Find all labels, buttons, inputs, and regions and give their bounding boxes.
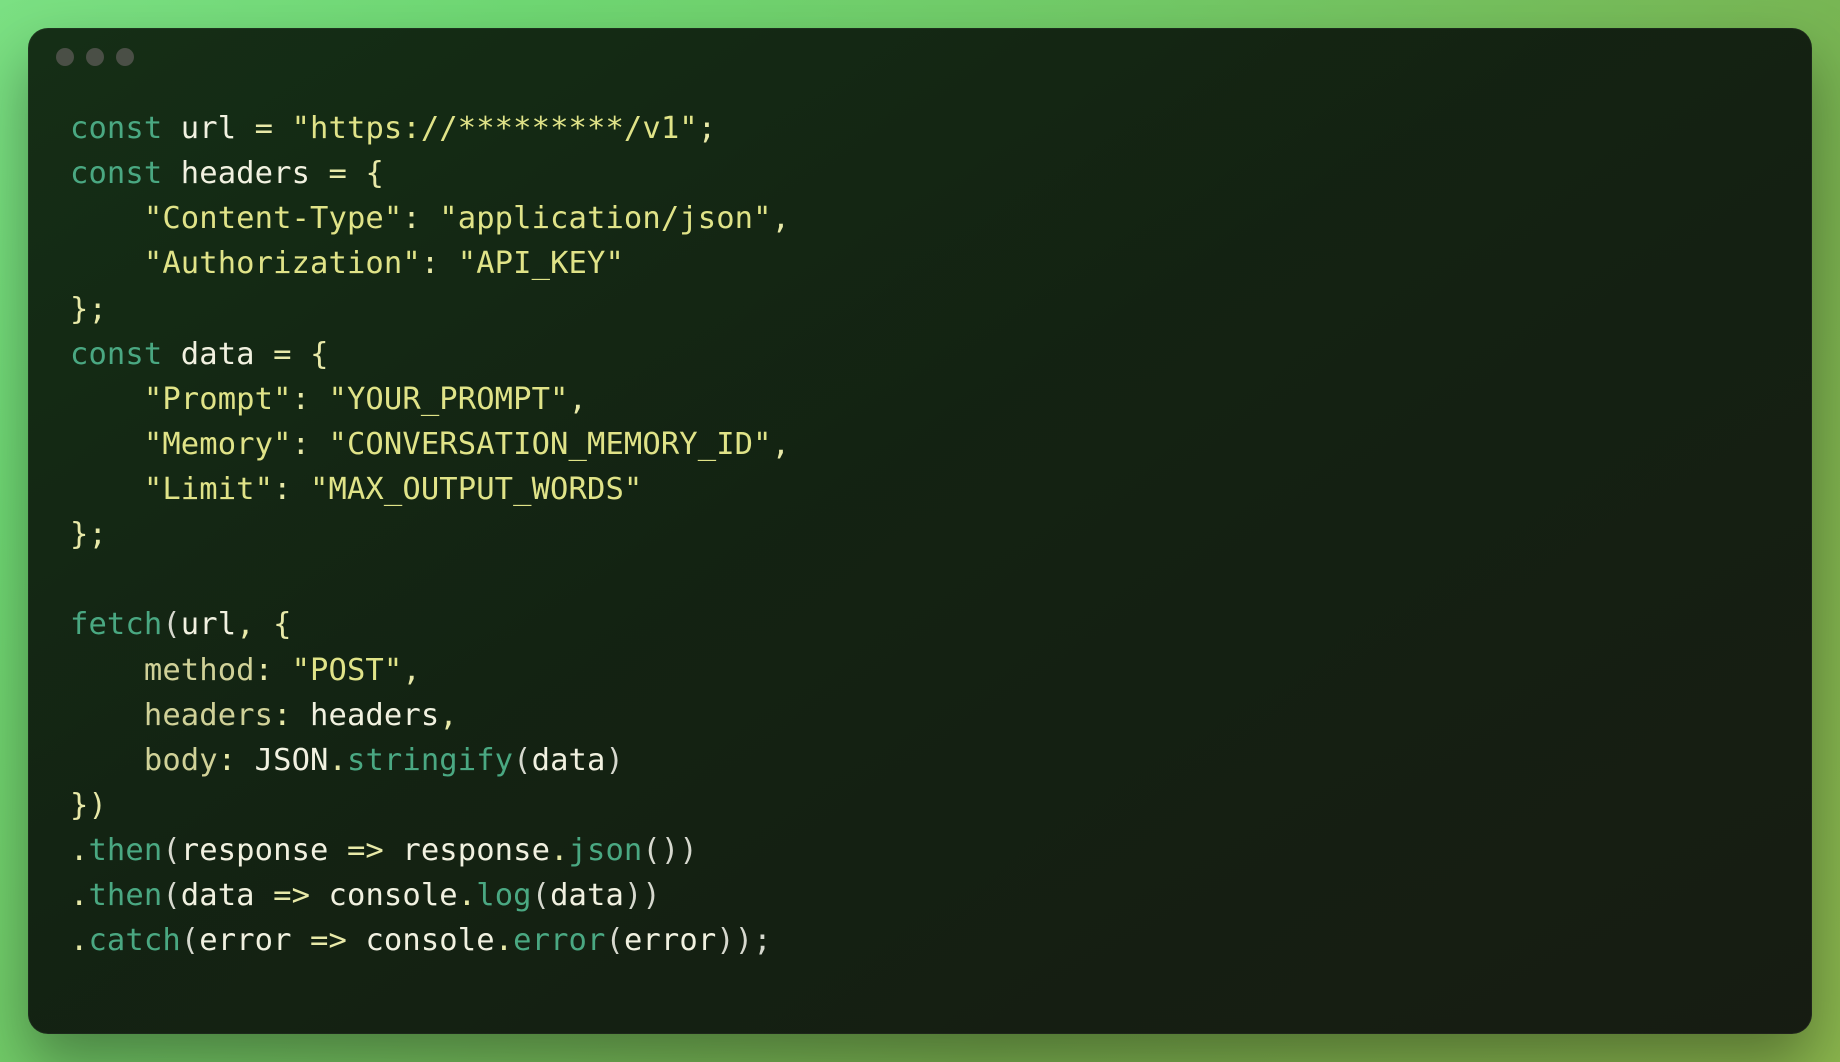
code-line	[70, 562, 88, 597]
code-line: "Content-Type": "application/json",	[70, 201, 790, 236]
prop-headers: headers	[144, 698, 273, 733]
method-then: then	[88, 878, 162, 913]
identifier-data: data	[181, 337, 255, 372]
string-literal: "CONVERSATION_MEMORY_ID"	[329, 427, 772, 462]
code-line: })	[70, 788, 107, 823]
method-json: json	[569, 833, 643, 868]
code-line: .then(data => console.log(data))	[70, 878, 661, 913]
string-literal: "https://*********/v1"	[292, 111, 698, 146]
function-fetch: fetch	[70, 607, 162, 642]
method-log: log	[476, 878, 531, 913]
identifier-headers: headers	[181, 156, 310, 191]
traffic-light-zoom-icon[interactable]	[116, 48, 134, 66]
keyword-const: const	[70, 111, 162, 146]
code-line: };	[70, 292, 107, 327]
traffic-light-close-icon[interactable]	[56, 48, 74, 66]
object-key: "Memory"	[144, 427, 292, 462]
prop-body: body	[144, 743, 218, 778]
code-line: const data = {	[70, 337, 329, 372]
code-line: const headers = {	[70, 156, 384, 191]
code-line: };	[70, 517, 107, 552]
code-line: "Authorization": "API_KEY"	[70, 246, 624, 281]
string-literal: "POST"	[292, 653, 403, 688]
string-literal: "application/json"	[439, 201, 771, 236]
string-literal: "API_KEY"	[458, 246, 624, 281]
prop-method: method	[144, 653, 255, 688]
object-key: "Prompt"	[144, 382, 292, 417]
string-literal: "YOUR_PROMPT"	[329, 382, 569, 417]
window-titlebar	[28, 28, 1812, 86]
object-key: "Limit"	[144, 472, 273, 507]
code-line: .catch(error => console.error(error));	[70, 923, 772, 958]
code-line: fetch(url, {	[70, 607, 292, 642]
code-window: const url = "https://*********/v1"; cons…	[28, 28, 1812, 1034]
keyword-const: const	[70, 337, 162, 372]
code-line: "Prompt": "YOUR_PROMPT",	[70, 382, 587, 417]
method-then: then	[88, 833, 162, 868]
code-line: .then(response => response.json())	[70, 833, 698, 868]
keyword-const: const	[70, 156, 162, 191]
object-key: "Content-Type"	[144, 201, 402, 236]
identifier-url: url	[181, 111, 236, 146]
code-line: headers: headers,	[70, 698, 458, 733]
code-line: "Limit": "MAX_OUTPUT_WORDS"	[70, 472, 642, 507]
method-catch: catch	[88, 923, 180, 958]
code-line: const url = "https://*********/v1";	[70, 111, 716, 146]
method-stringify: stringify	[347, 743, 513, 778]
string-literal: "MAX_OUTPUT_WORDS"	[310, 472, 642, 507]
code-line: "Memory": "CONVERSATION_MEMORY_ID",	[70, 427, 790, 462]
traffic-light-minimize-icon[interactable]	[86, 48, 104, 66]
code-line: body: JSON.stringify(data)	[70, 743, 624, 778]
code-line: method: "POST",	[70, 653, 421, 688]
method-error: error	[513, 923, 605, 958]
code-block: const url = "https://*********/v1"; cons…	[28, 86, 1812, 1034]
object-key: "Authorization"	[144, 246, 421, 281]
